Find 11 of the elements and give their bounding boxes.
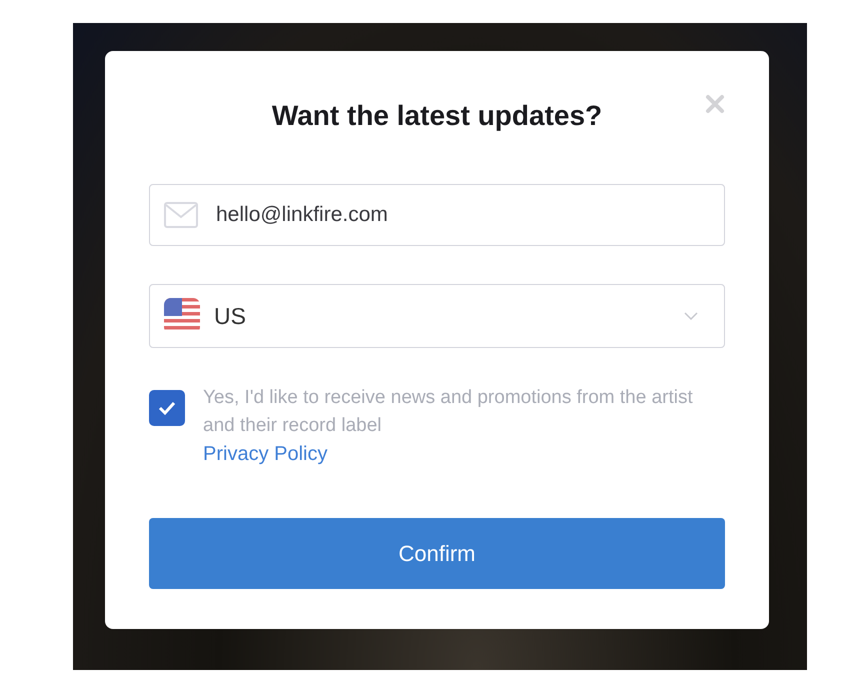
- chevron-down-icon: [684, 312, 698, 320]
- envelope-icon: [164, 202, 198, 228]
- email-value: hello@linkfire.com: [216, 203, 389, 227]
- privacy-policy-link[interactable]: Privacy Policy: [203, 440, 328, 468]
- country-select[interactable]: US: [149, 284, 725, 348]
- dialog-title: Want the latest updates?: [272, 100, 602, 132]
- confirm-button[interactable]: Confirm: [149, 518, 725, 589]
- country-value: US: [214, 302, 247, 330]
- consent-text: Yes, I'd like to receive news and promotions from the artist and their record label: [203, 386, 694, 438]
- consent-checkbox[interactable]: [149, 390, 185, 426]
- email-field[interactable]: hello@linkfire.com: [149, 184, 725, 246]
